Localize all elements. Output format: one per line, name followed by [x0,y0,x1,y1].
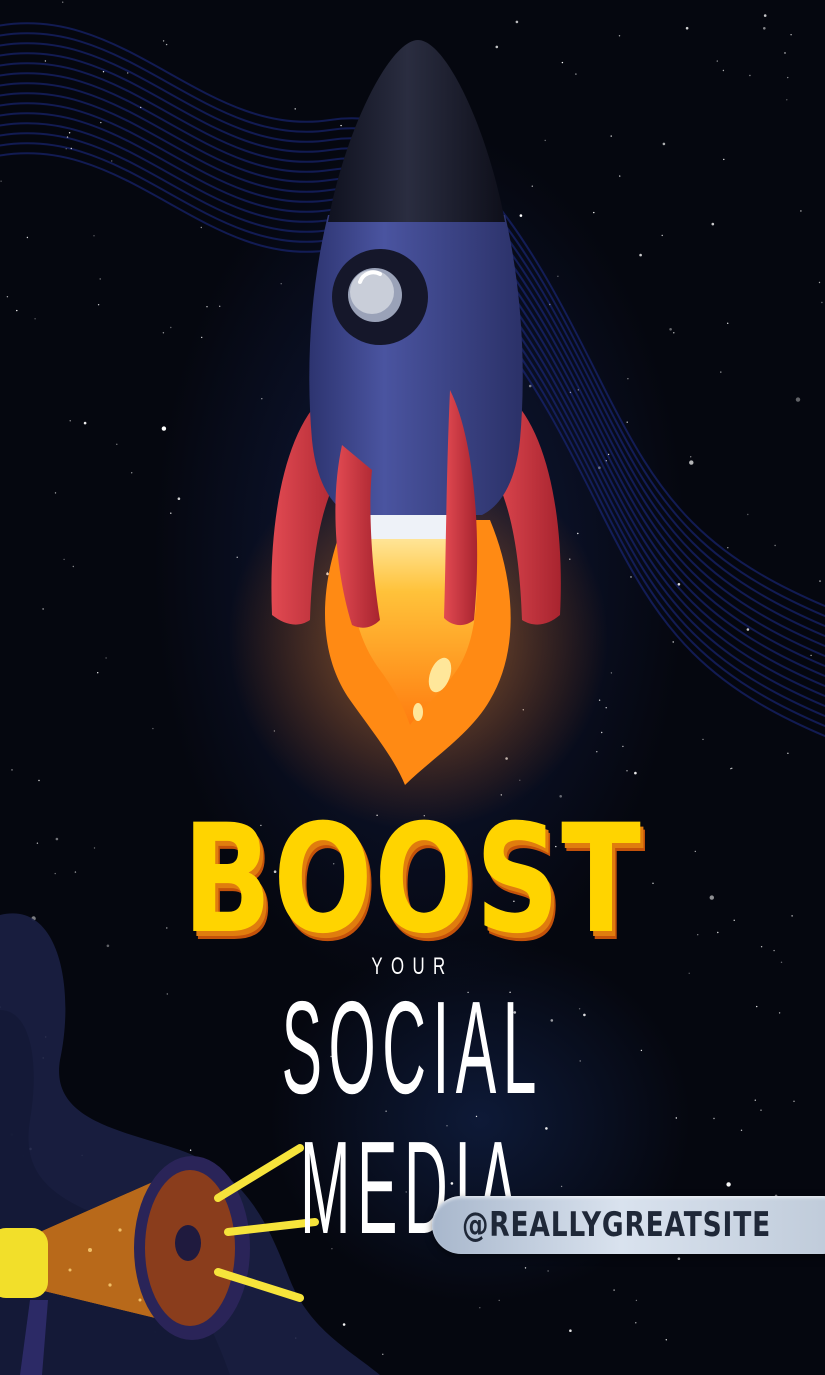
headline: BOOST [182,793,643,967]
poster: BOOST YOUR SOCIAL MEDIA @REALLYGREATSITE [0,0,825,1375]
handle-text: @REALLYGREATSITE [462,1205,771,1245]
